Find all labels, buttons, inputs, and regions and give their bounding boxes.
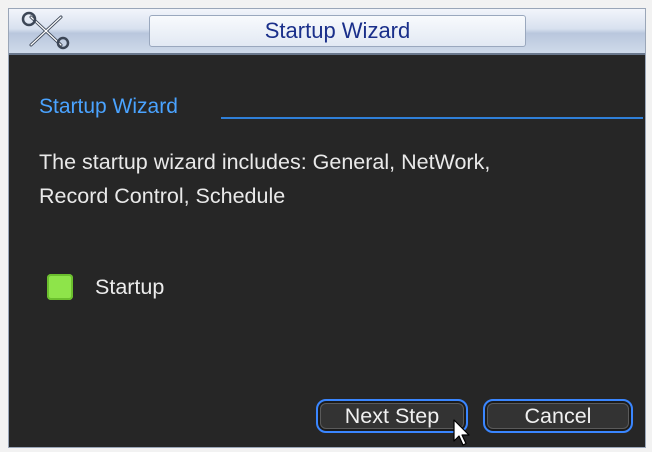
wrench-screwdriver-icon bbox=[21, 11, 70, 50]
mouse-cursor-icon bbox=[453, 419, 470, 446]
startup-label: Startup bbox=[95, 274, 165, 299]
window-title-text: Startup Wizard bbox=[264, 18, 411, 43]
section-title: Startup Wizard bbox=[39, 95, 178, 118]
startup-wizard-window: Startup Wizard Startup Wizard The startu… bbox=[8, 8, 646, 448]
next-step-button[interactable]: Next Step bbox=[316, 399, 468, 433]
title-bar: Startup Wizard bbox=[9, 9, 645, 55]
wizard-description: The startup wizard includes: General, Ne… bbox=[39, 145, 629, 213]
section-header: Startup Wizard bbox=[39, 95, 645, 123]
cancel-button[interactable]: Cancel bbox=[483, 399, 633, 433]
startup-option[interactable]: Startup bbox=[47, 274, 164, 300]
window-title: Startup Wizard bbox=[149, 15, 526, 47]
startup-checkbox[interactable] bbox=[47, 274, 73, 300]
section-divider bbox=[221, 117, 643, 119]
description-line-2: Record Control, Schedule bbox=[39, 184, 286, 208]
description-line-1: The startup wizard includes: General, Ne… bbox=[39, 150, 491, 174]
